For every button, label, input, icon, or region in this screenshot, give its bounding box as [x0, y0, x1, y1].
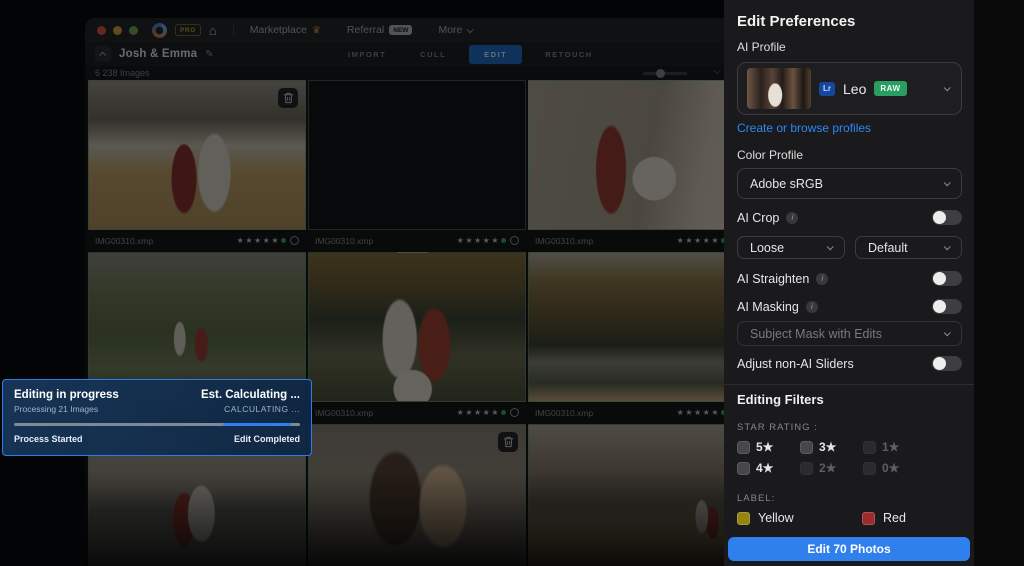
ai-masking-toggle[interactable] [932, 299, 962, 314]
toggle-knob [933, 211, 946, 224]
panel-title: Edit Preferences [737, 13, 856, 30]
ai-profile-label: AI Profile [737, 40, 786, 54]
main-workspace: PRO ⌂ Marketplace ♛ Referral NEW More [0, 0, 724, 566]
label-filter-title: LABEL: [737, 493, 776, 504]
filter-5-star[interactable]: 5★ [737, 440, 800, 454]
progress-segment [222, 423, 292, 426]
ai-straighten-row: AI Straighten i [737, 271, 962, 286]
checkbox[interactable] [863, 461, 876, 475]
chevron-down-icon [943, 84, 951, 92]
toggle-knob [933, 272, 946, 285]
chevron-down-icon [826, 243, 834, 251]
star-rating-filters: 5★ 3★ 1★ 4★ 2★ 0★ [737, 440, 899, 475]
non-ai-sliders-toggle[interactable] [932, 356, 962, 371]
ai-straighten-label: AI Straighten [737, 271, 810, 286]
dim-overlay [0, 0, 724, 566]
info-icon[interactable]: i [816, 272, 829, 285]
progress-end-label: Edit Completed [233, 434, 300, 444]
ai-masking-label: AI Masking [737, 299, 799, 314]
info-icon[interactable]: i [805, 300, 818, 313]
crop-mode-select[interactable]: Loose [737, 236, 845, 259]
crop-ratio-value: Default [868, 240, 908, 255]
star-rating-label: STAR RATING : [737, 422, 818, 433]
info-icon[interactable]: i [786, 211, 799, 224]
toggle-knob [933, 300, 946, 313]
ai-profile-select[interactable]: Lr Leo RAW [737, 62, 962, 115]
chevron-down-icon [943, 179, 951, 187]
checkbox[interactable] [800, 461, 813, 475]
profile-name: Leo [843, 80, 867, 97]
filter-label-yellow[interactable]: Yellow [737, 511, 862, 525]
filter-label-red[interactable]: Red [862, 511, 987, 525]
crop-ratio-select[interactable]: Default [855, 236, 962, 259]
checkbox[interactable] [737, 461, 750, 475]
non-ai-sliders-row: Adjust non-AI Sliders [737, 356, 962, 371]
mask-mode-select[interactable]: Subject Mask with Edits [737, 321, 962, 346]
lightroom-icon: Lr [819, 81, 835, 96]
section-divider [724, 384, 974, 385]
raw-badge: RAW [874, 81, 907, 96]
toast-title: Editing in progress [14, 389, 119, 401]
toast-subtitle: Processing 21 Images [14, 404, 99, 414]
ai-crop-label: AI Crop [737, 210, 780, 225]
filter-0-star[interactable]: 0★ [863, 461, 899, 475]
filter-1-star[interactable]: 1★ [863, 440, 899, 454]
profile-thumbnail [747, 68, 811, 109]
filter-4-star[interactable]: 4★ [737, 461, 800, 475]
filter-2-star[interactable]: 2★ [800, 461, 863, 475]
ai-straighten-toggle[interactable] [932, 271, 962, 286]
toast-eta: Est. Calculating ... [200, 389, 300, 401]
chevron-down-icon [943, 243, 951, 251]
checkbox[interactable] [800, 440, 813, 454]
progress-bar [14, 423, 300, 426]
ai-crop-toggle[interactable] [932, 210, 962, 225]
ai-masking-row: AI Masking i [737, 299, 962, 314]
progress-start-label: Process Started [14, 434, 83, 444]
editing-progress-toast[interactable]: Editing in progress Est. Calculating ...… [2, 379, 312, 456]
color-profile-label: Color Profile [737, 148, 804, 162]
mask-mode-value: Subject Mask with Edits [750, 326, 882, 341]
editing-filters-title: Editing Filters [737, 392, 824, 407]
edit-photos-button[interactable]: Edit 70 Photos [728, 537, 970, 561]
create-browse-profiles-link[interactable]: Create or browse profiles [737, 121, 871, 135]
checkbox[interactable] [737, 440, 750, 454]
color-profile-value: Adobe sRGB [750, 176, 823, 191]
non-ai-sliders-label: Adjust non-AI Sliders [737, 356, 854, 371]
app-screenshot: PRO ⌂ Marketplace ♛ Referral NEW More [0, 0, 1024, 566]
ai-crop-row: AI Crop i [737, 210, 962, 225]
yellow-swatch[interactable] [737, 511, 750, 525]
label-filters: Yellow Red [737, 511, 987, 525]
edit-preferences-panel: Edit Preferences AI Profile Lr Leo RAW C… [724, 0, 974, 566]
color-profile-select[interactable]: Adobe sRGB [737, 168, 962, 199]
toast-eta-status: CALCULATING ... [224, 404, 300, 414]
checkbox[interactable] [863, 440, 876, 454]
red-swatch[interactable] [862, 511, 875, 525]
crop-mode-value: Loose [750, 240, 785, 255]
filter-3-star[interactable]: 3★ [800, 440, 863, 454]
toggle-knob [933, 357, 946, 370]
chevron-down-icon [943, 329, 951, 337]
